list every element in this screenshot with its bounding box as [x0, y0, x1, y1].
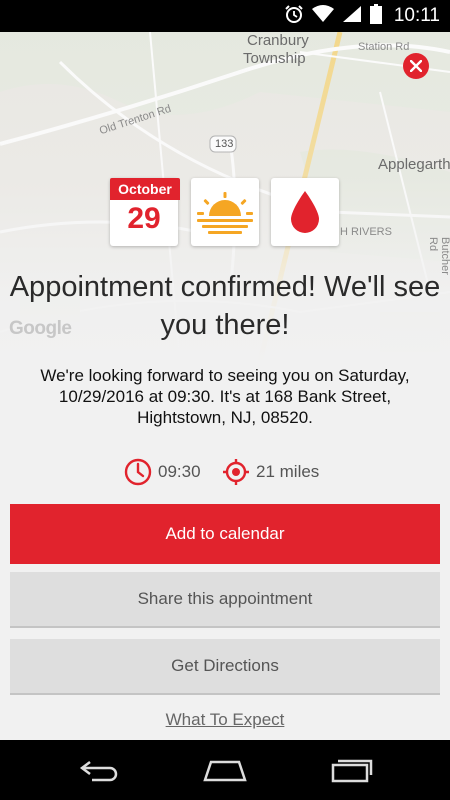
date-month: October — [110, 178, 180, 200]
map-label-township: Township — [243, 50, 306, 67]
status-icons: 10:11 — [284, 0, 440, 32]
time-of-day-tile — [191, 178, 259, 246]
share-appointment-button[interactable]: Share this appointment — [10, 572, 440, 628]
map-label-station-rd: Station Rd — [358, 41, 410, 53]
recent-apps-icon — [331, 759, 373, 783]
sunrise-icon — [197, 192, 253, 234]
navigation-bar — [0, 740, 450, 800]
recents-button[interactable] — [326, 754, 376, 786]
status-bar: 10:11 — [0, 0, 450, 32]
appointment-details: We're looking forward to seeing you on S… — [40, 366, 410, 427]
appointment-confirmation-screen: Cranbury Township Station Rd Old Trenton… — [0, 32, 450, 740]
date-tile: October 29 — [110, 178, 180, 246]
location-target-icon — [223, 459, 249, 485]
wifi-icon — [311, 4, 334, 28]
status-time: 10:11 — [393, 5, 440, 26]
back-button[interactable] — [75, 754, 125, 786]
what-to-expect-link[interactable]: What To Expect — [0, 710, 450, 730]
appointment-distance: 21 miles — [222, 456, 319, 488]
confirmation-headline: Appointment confirmed! We'll see you the… — [9, 271, 441, 341]
signal-icon — [342, 5, 362, 28]
battery-icon — [369, 3, 382, 29]
add-to-calendar-button[interactable]: Add to calendar — [10, 504, 440, 564]
map-label-route-133: 133 — [215, 138, 234, 150]
close-icon — [410, 60, 422, 72]
clock-icon — [124, 458, 152, 486]
appointment-time-label: 09:30 — [158, 462, 201, 481]
donation-type-tile — [271, 178, 339, 246]
get-directions-button[interactable]: Get Directions — [10, 639, 440, 695]
close-button[interactable] — [403, 53, 429, 79]
home-icon — [203, 760, 247, 782]
map-label-rivers: H RIVERS — [340, 226, 392, 238]
map-label-applegarth: Applegarth — [378, 156, 450, 173]
map-label-cranbury: Cranbury — [247, 32, 309, 49]
appointment-time: 09:30 — [124, 456, 201, 488]
home-button[interactable] — [200, 754, 250, 786]
date-day: 29 — [127, 202, 161, 235]
back-icon — [79, 761, 118, 782]
blood-drop-icon — [291, 191, 319, 233]
alarm-icon — [284, 4, 304, 29]
appointment-distance-label: 21 miles — [256, 462, 320, 481]
